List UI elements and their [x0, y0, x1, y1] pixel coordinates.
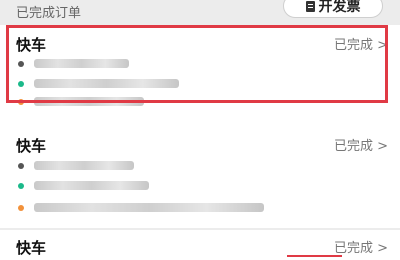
status-underline [287, 255, 342, 257]
end-dot-icon [18, 98, 24, 105]
order-status[interactable]: 已完成 > [334, 135, 388, 154]
start-address-blurred [34, 79, 179, 88]
order-status[interactable]: 已完成 > [334, 34, 388, 53]
clock-icon [18, 162, 24, 169]
invoice-button[interactable]: 开发票 [283, 0, 383, 18]
start-address-blurred [34, 181, 149, 190]
order-card[interactable]: 快车 已完成 > [0, 25, 400, 128]
invoice-button-label: 开发票 [318, 0, 361, 15]
order-status[interactable]: 已完成 > [334, 237, 388, 256]
order-type: 快车 [16, 137, 47, 155]
end-address-blurred [34, 97, 144, 106]
start-dot-icon [18, 80, 24, 87]
end-address-blurred [34, 203, 264, 212]
order-type: 快车 [16, 36, 47, 54]
end-dot-icon [18, 204, 24, 211]
order-card[interactable]: 快车 已完成 > [0, 124, 400, 228]
section-title: 已完成订单 [16, 6, 82, 21]
clock-icon [18, 60, 24, 67]
start-dot-icon [18, 182, 24, 189]
order-type: 快车 [16, 239, 47, 257]
order-time-blurred [34, 59, 129, 68]
invoice-icon [305, 0, 315, 12]
order-time-blurred [34, 161, 134, 170]
